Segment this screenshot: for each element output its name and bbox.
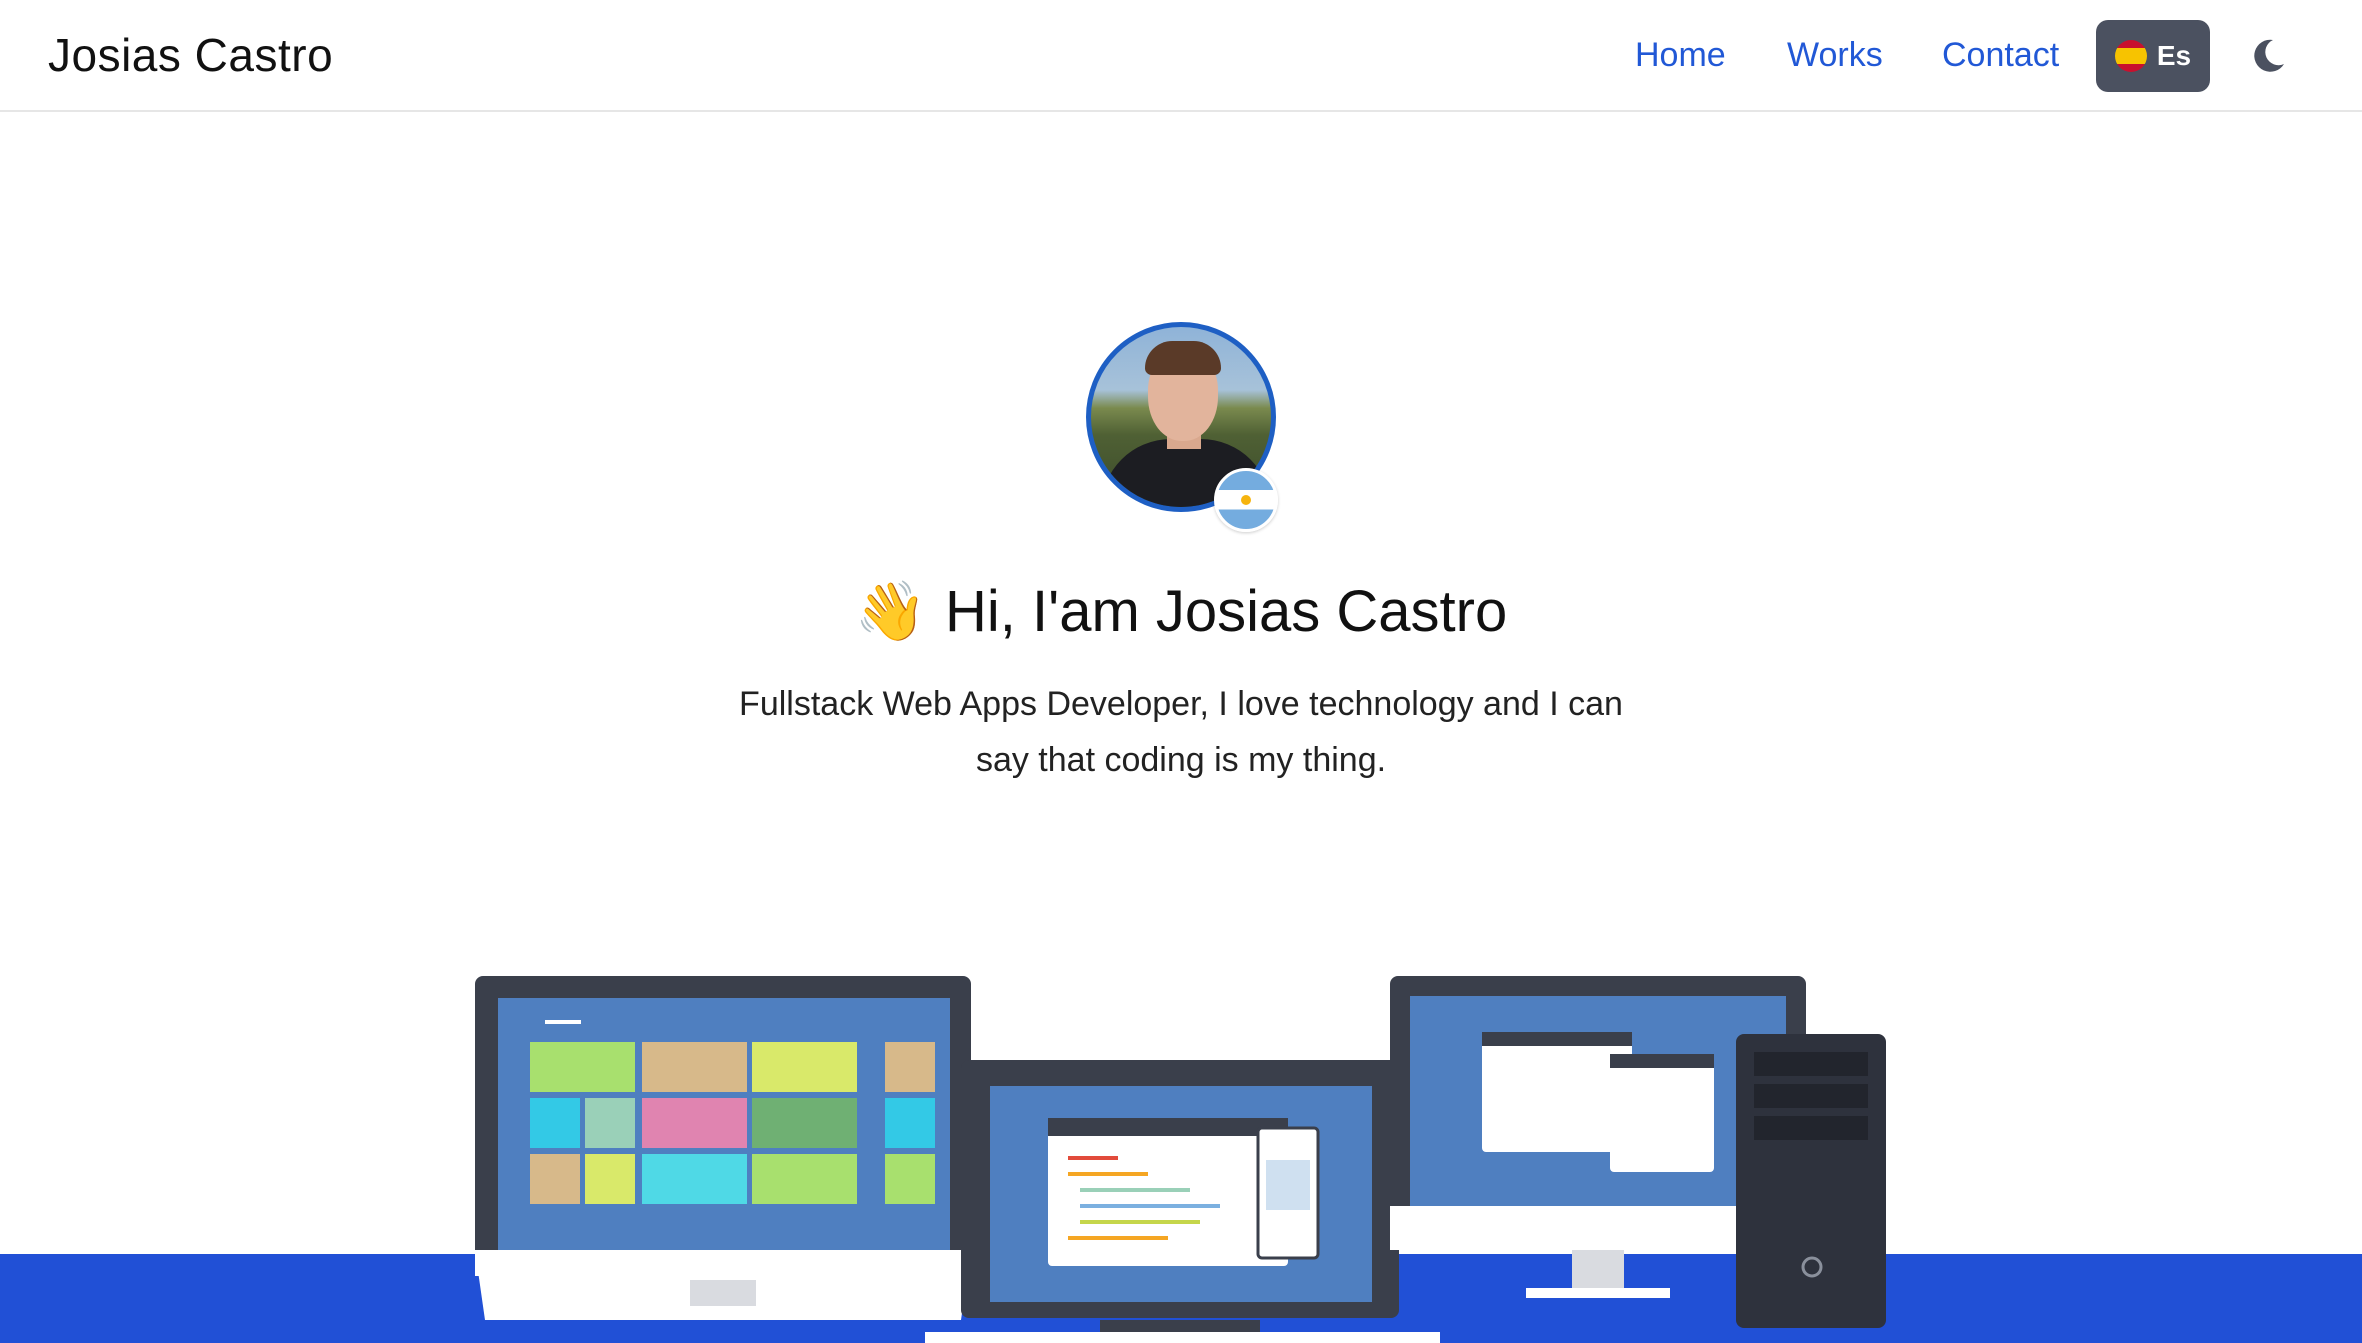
site-header: Josias Castro Home Works Contact Es [0, 0, 2362, 112]
nav-contact-link[interactable]: Contact [1942, 36, 2059, 75]
theme-toggle-button[interactable] [2248, 36, 2288, 76]
laptop-illustration [925, 1060, 1440, 1343]
nav-home-link[interactable]: Home [1635, 36, 1726, 75]
avatar-hair [1145, 341, 1221, 375]
brand-title[interactable]: Josias Castro [48, 28, 333, 82]
hero-greeting: 👋 Hi, I'am Josias Castro [0, 578, 2362, 646]
moon-icon [2254, 39, 2284, 72]
spain-flag-icon [2114, 40, 2147, 72]
language-toggle-button[interactable]: Es [2096, 20, 2210, 92]
greeting-text: Hi, I'am Josias Castro [945, 579, 1508, 644]
language-label: Es [2156, 40, 2192, 71]
nav-works-link[interactable]: Works [1787, 36, 1883, 75]
desktop-monitor-illustration [475, 976, 971, 1320]
devices-illustration [475, 976, 1886, 1343]
computer-tower-illustration [1736, 1034, 1886, 1328]
waving-hand-icon: 👋 [854, 579, 927, 644]
flag-sun [1241, 495, 1251, 505]
argentina-flag-icon [1214, 468, 1278, 532]
hero-subtitle: Fullstack Web Apps Developer, I love tec… [739, 685, 1623, 779]
